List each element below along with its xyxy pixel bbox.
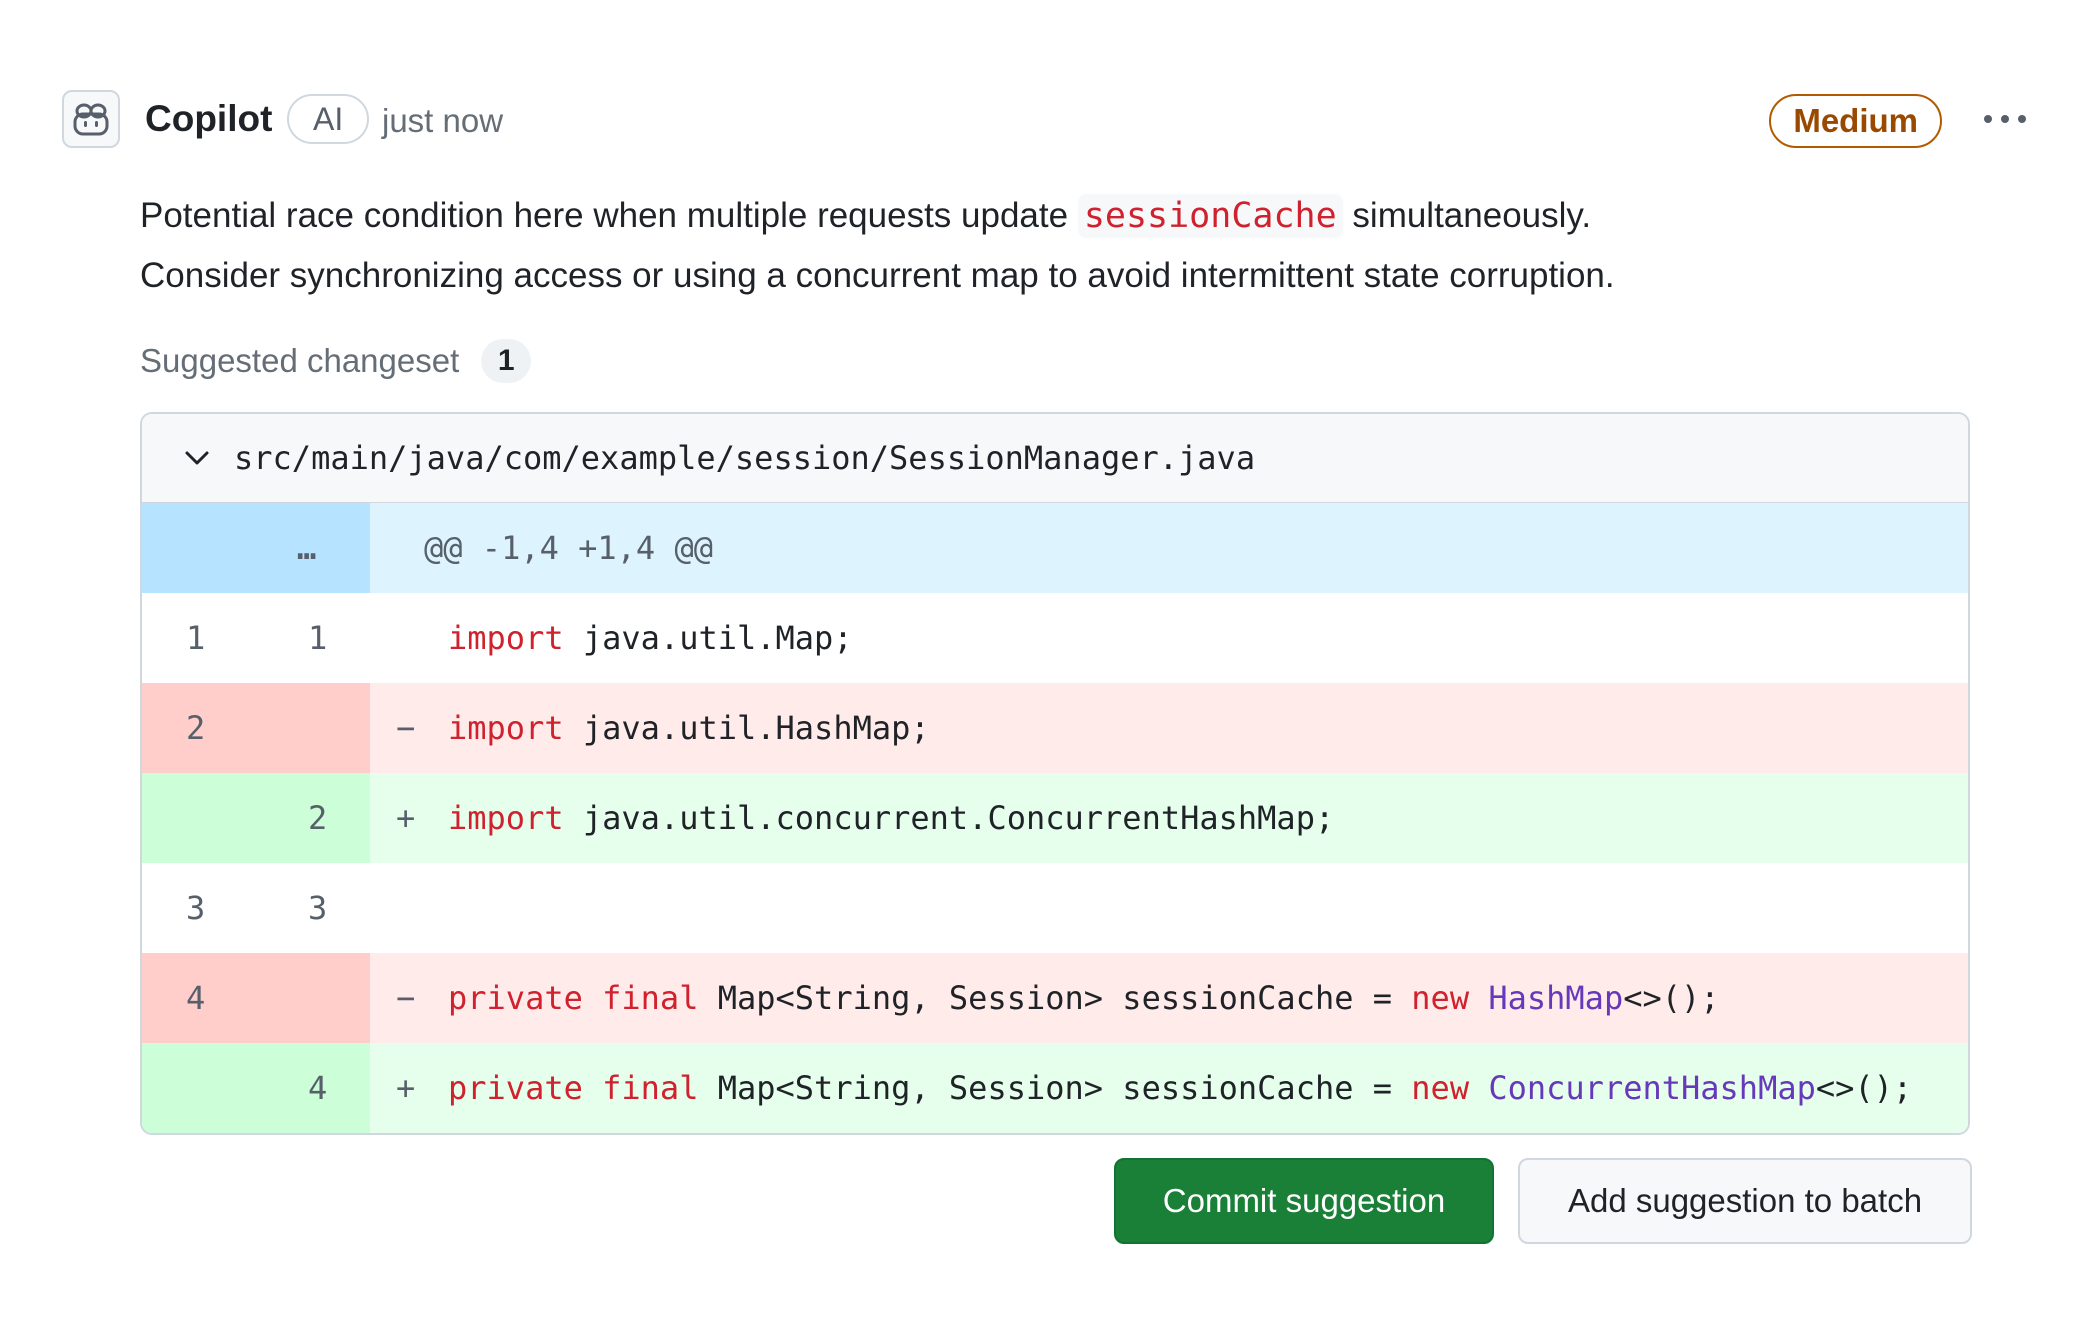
code-text: Map<String, Session> sessionCache = bbox=[698, 1069, 1412, 1107]
chevron-down-icon bbox=[185, 451, 209, 465]
old-line-number[interactable]: 4 bbox=[186, 953, 205, 1043]
code-line: − private final Map<String, Session> ses… bbox=[370, 953, 1968, 1043]
line-gutter: 2 bbox=[142, 683, 370, 773]
code-text: <>(); bbox=[1623, 979, 1720, 1017]
line-gutter: 4 bbox=[142, 1043, 370, 1133]
comment-body: Potential race condition here when multi… bbox=[140, 186, 2020, 306]
new-line-number[interactable]: 4 bbox=[308, 1043, 327, 1133]
inline-code: sessionCache bbox=[1077, 194, 1343, 238]
comment-text: Potential race condition here when multi… bbox=[140, 196, 1078, 235]
comment-author[interactable]: Copilot bbox=[145, 98, 272, 140]
old-line-number[interactable]: 2 bbox=[186, 683, 205, 773]
keyword: private bbox=[448, 1069, 583, 1107]
hunk-gutter: … bbox=[142, 503, 370, 593]
code-line: import java.util.Map; bbox=[370, 593, 1968, 683]
keyword: private bbox=[448, 979, 583, 1017]
diff-line-deletion: 4 − private final Map<String, Session> s… bbox=[142, 953, 1968, 1043]
diff-marker: + bbox=[396, 1069, 416, 1107]
line-gutter: 4 bbox=[142, 953, 370, 1043]
diff-marker: − bbox=[396, 979, 416, 1017]
changeset-count-badge: 1 bbox=[481, 339, 532, 383]
type-name: ConcurrentHashMap bbox=[1488, 1069, 1816, 1107]
collapse-file-button[interactable] bbox=[172, 433, 222, 483]
code-text: <>(); bbox=[1815, 1069, 1913, 1107]
hunk-header: @@ -1,4 +1,4 @@ bbox=[370, 503, 1968, 593]
copilot-icon bbox=[73, 103, 109, 136]
code-line bbox=[370, 863, 1968, 953]
changeset-label: Suggested changeset bbox=[140, 342, 460, 379]
expand-hunk-button[interactable]: … bbox=[297, 503, 316, 593]
diff-line-context: 3 3 bbox=[142, 863, 1968, 953]
keyword: import bbox=[448, 619, 564, 657]
keyword: import bbox=[448, 799, 564, 837]
comment-timestamp[interactable]: just now bbox=[382, 102, 503, 140]
diff-marker: + bbox=[396, 799, 416, 837]
diff-line-context: 1 1 import java.util.Map; bbox=[142, 593, 1968, 683]
code-content: private final Map<String, Session> sessi… bbox=[448, 953, 1720, 1043]
comment-line-1: Potential race condition here when multi… bbox=[140, 186, 2020, 246]
keyword: import bbox=[448, 709, 564, 747]
code-text: java.util.HashMap; bbox=[563, 709, 930, 747]
priority-badge: Medium bbox=[1769, 94, 1942, 148]
keyword: final bbox=[602, 1069, 699, 1107]
line-gutter: 2 bbox=[142, 773, 370, 863]
code-content: private final Map<String, Session> sessi… bbox=[448, 1043, 1912, 1133]
line-gutter: 3 3 bbox=[142, 863, 370, 953]
diff-file-header: src/main/java/com/example/session/Sessio… bbox=[142, 414, 1968, 503]
line-gutter: 1 1 bbox=[142, 593, 370, 683]
code-content: import java.util.Map; bbox=[448, 593, 853, 683]
keyword: final bbox=[602, 979, 699, 1017]
kebab-horizontal-icon bbox=[1984, 115, 2026, 123]
comment-text: simultaneously. bbox=[1342, 196, 1592, 235]
code-text: java.util.concurrent.ConcurrentHashMap; bbox=[563, 799, 1335, 837]
suggestion-actions: Commit suggestion Add suggestion to batc… bbox=[1114, 1158, 1972, 1244]
comment-header: Copilot AI just now Medium bbox=[62, 90, 2038, 152]
code-content: import java.util.HashMap; bbox=[448, 683, 930, 773]
code-line: − import java.util.HashMap; bbox=[370, 683, 1968, 773]
diff-marker: − bbox=[396, 709, 416, 747]
new-line-number[interactable]: 3 bbox=[308, 863, 327, 953]
old-line-number[interactable]: 3 bbox=[186, 863, 205, 953]
add-to-batch-button[interactable]: Add suggestion to batch bbox=[1518, 1158, 1972, 1244]
type-name: HashMap bbox=[1488, 979, 1624, 1017]
diff-view: src/main/java/com/example/session/Sessio… bbox=[140, 412, 1970, 1135]
code-text: Map<String, Session> sessionCache = bbox=[698, 979, 1412, 1017]
keyword: new bbox=[1411, 1069, 1470, 1107]
code-text: java.util.Map; bbox=[563, 619, 853, 657]
copilot-avatar[interactable] bbox=[62, 90, 120, 148]
comment-line-2: Consider synchronizing access or using a… bbox=[140, 256, 1615, 295]
ai-badge: AI bbox=[287, 94, 370, 144]
old-line-number[interactable]: 1 bbox=[186, 593, 205, 683]
diff-line-addition: 4 + private final Map<String, Session> s… bbox=[142, 1043, 1968, 1133]
commit-suggestion-button[interactable]: Commit suggestion bbox=[1114, 1158, 1494, 1244]
more-options-button[interactable] bbox=[1972, 90, 2038, 148]
new-line-number[interactable]: 2 bbox=[308, 773, 327, 863]
keyword: new bbox=[1411, 979, 1470, 1017]
code-line: + import java.util.concurrent.Concurrent… bbox=[370, 773, 1968, 863]
file-path[interactable]: src/main/java/com/example/session/Sessio… bbox=[234, 439, 1255, 477]
hunk-header-row: … @@ -1,4 +1,4 @@ bbox=[142, 503, 1968, 593]
suggested-changeset-header: Suggested changeset 1 bbox=[140, 336, 532, 386]
code-line: + private final Map<String, Session> ses… bbox=[370, 1043, 1968, 1133]
new-line-number[interactable]: 1 bbox=[308, 593, 327, 683]
hunk-header-text: @@ -1,4 +1,4 @@ bbox=[424, 529, 713, 567]
code-content: import java.util.concurrent.ConcurrentHa… bbox=[448, 773, 1334, 863]
diff-line-addition: 2 + import java.util.concurrent.Concurre… bbox=[142, 773, 1968, 863]
diff-line-deletion: 2 − import java.util.HashMap; bbox=[142, 683, 1968, 773]
